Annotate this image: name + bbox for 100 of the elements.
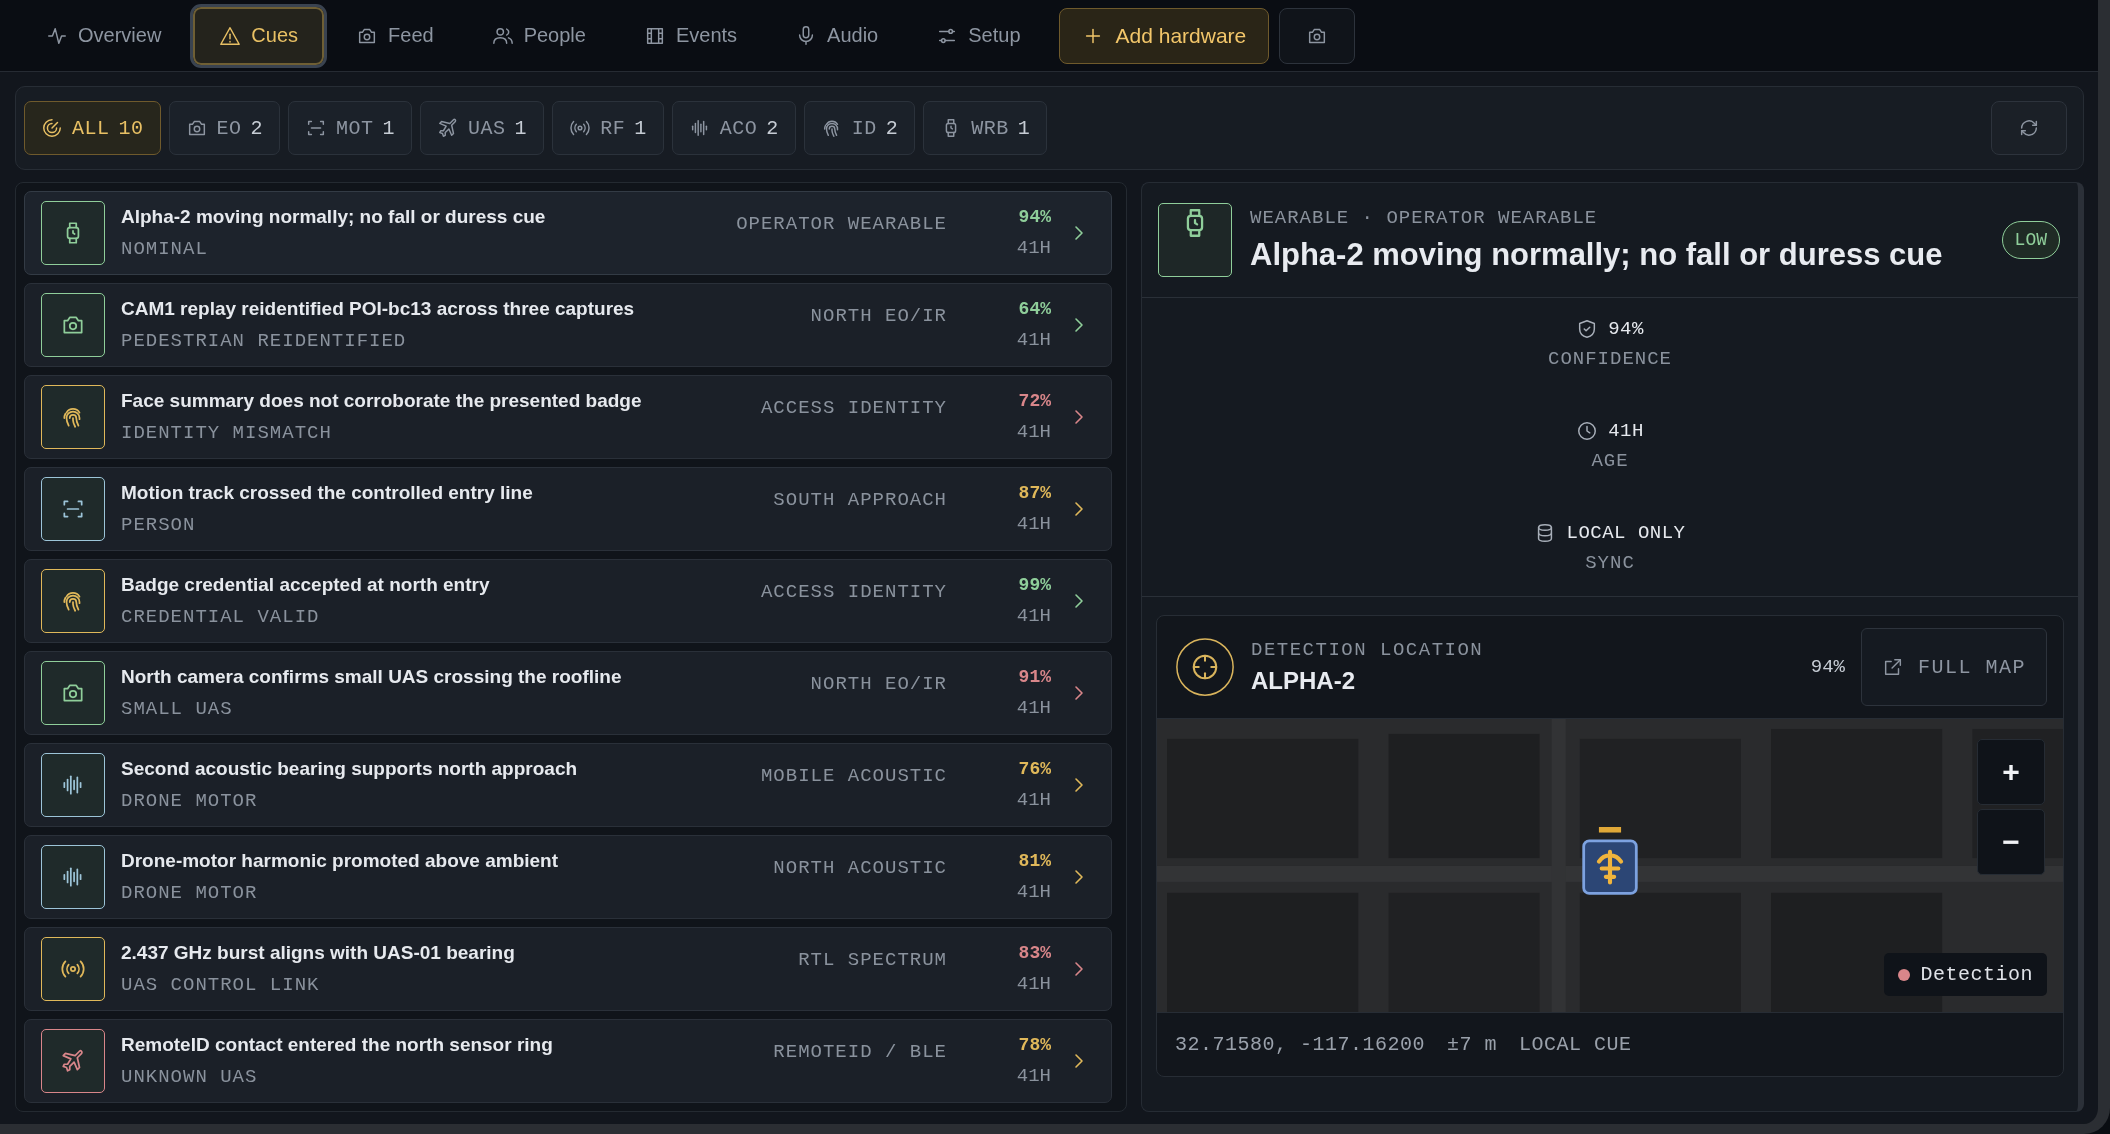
cue-row[interactable]: Drone-motor harmonic promoted above ambient DRONE MOTOR NORTH ACOUSTIC 81% 41H: [24, 835, 1112, 919]
cue-age: 41H: [1016, 789, 1051, 811]
cue-source: NORTH EO/IR: [810, 305, 947, 327]
cue-row[interactable]: Motion track crossed the controlled entry line PERSON SOUTH APPROACH 87% 41H: [24, 467, 1112, 551]
stat-value: 94%: [1608, 318, 1644, 340]
severity-badge: LOW: [2001, 221, 2060, 259]
filter-chip[interactable]: UAS 1: [420, 101, 545, 155]
cue-row[interactable]: Second acoustic bearing supports north approach DRONE MOTOR MOBILE ACOUSTIC 76% 41H: [24, 743, 1112, 827]
cue-title: Alpha-2 moving normally; no fall or duress cue: [121, 206, 547, 228]
cue-age: 41H: [1016, 329, 1051, 351]
cue-row[interactable]: North camera confirms small UAS crossing the roofline SMALL UAS NORTH EO/IR 91% 41H: [24, 651, 1112, 735]
cue-subtitle: CREDENTIAL VALID: [121, 606, 321, 628]
cue-row[interactable]: CAM1 replay reidentified POI-bc13 across three captures PEDESTRIAN REIDENTIFIED NORTH EO/IR 64% 41H: [24, 283, 1112, 367]
refresh-button[interactable]: [1991, 101, 2067, 155]
cue-title: 2.437 GHz burst aligns with UAS-01 bearing: [121, 942, 516, 964]
detail-title: Alpha-2 moving normally; no fall or duress cue: [1250, 237, 1944, 273]
filter-chip[interactable]: ALL 10: [24, 101, 161, 155]
coordinates: 32.71580, -117.16200: [1175, 1033, 1426, 1056]
zoom-in-button[interactable]: +: [1977, 739, 2045, 805]
cue-subtitle: NOMINAL: [121, 238, 209, 260]
confidence-value: 72%: [1018, 391, 1051, 411]
crosshair-icon: [1175, 637, 1235, 697]
cue-title: Drone-motor harmonic promoted above ambient: [121, 850, 560, 872]
confidence-value: 99%: [1018, 575, 1051, 595]
cue-subtitle: PEDESTRIAN REIDENTIFIED: [121, 330, 408, 352]
legend-label: Detection: [1920, 963, 2033, 986]
confidence-value: 83%: [1018, 943, 1051, 963]
cue-source: SOUTH APPROACH: [773, 489, 947, 511]
add-hardware-button[interactable]: Add hardware: [1058, 7, 1270, 64]
stat-value: LOCAL ONLY: [1566, 522, 1686, 544]
cue-title: Badge credential accepted at north entry: [121, 574, 491, 596]
filter-chip[interactable]: RF 1: [552, 101, 664, 155]
cue-source: MOBILE ACOUSTIC: [760, 765, 947, 787]
cue-source: REMOTEID / BLE: [773, 1041, 947, 1063]
cue-source: ACCESS IDENTITY: [760, 397, 947, 419]
nav-tab[interactable]: Cues: [193, 6, 325, 65]
full-map-button[interactable]: FULL MAP: [1861, 628, 2047, 706]
confidence-value: 76%: [1018, 759, 1051, 779]
external-link-icon: [1882, 656, 1904, 678]
camera-button[interactable]: [1279, 7, 1356, 64]
cue-subtitle: IDENTITY MISMATCH: [121, 422, 333, 444]
stat-value: 41H: [1608, 420, 1644, 442]
location-name: ALPHA-2: [1251, 667, 1356, 695]
confidence-value: 87%: [1018, 483, 1051, 503]
stat-label: SYNC: [1585, 552, 1635, 574]
confidence-value: 94%: [1018, 207, 1051, 227]
radar-icon: [41, 117, 63, 139]
filter-chip[interactable]: EO 2: [168, 101, 281, 155]
stat-label: CONFIDENCE: [1548, 348, 1672, 370]
cue-subtitle: PERSON: [121, 514, 197, 536]
cue-age: 41H: [1016, 513, 1051, 535]
cue-title: North camera confirms small UAS crossing the roofline: [121, 666, 623, 688]
cue-source: NORTH EO/IR: [810, 673, 947, 695]
nav-tab[interactable]: People: [465, 6, 612, 65]
location-label: DETECTION LOCATION: [1251, 639, 1485, 661]
cue-subtitle: DRONE MOTOR: [121, 882, 259, 904]
cue-age: 41H: [1016, 1065, 1051, 1087]
plane-icon: [60, 1048, 86, 1074]
detail-category: WEARABLE · OPERATOR WEARABLE: [1250, 207, 1599, 229]
cue-age: 41H: [1016, 881, 1051, 903]
zoom-out-button[interactable]: −: [1977, 809, 2045, 875]
nav-tab[interactable]: Setup: [910, 6, 1047, 65]
cue-title: Second acoustic bearing supports north approach: [121, 758, 579, 780]
cue-age: 41H: [1016, 605, 1051, 627]
cue-source: RTL SPECTRUM: [798, 949, 947, 971]
cue-title: RemoteID contact entered the north sensor ring: [121, 1034, 554, 1056]
confidence-value: 78%: [1018, 1035, 1051, 1055]
stat-label: AGE: [1591, 450, 1629, 472]
filter-chip[interactable]: ID 2: [803, 101, 916, 155]
accuracy: ±7 m: [1447, 1033, 1498, 1056]
cue-age: 41H: [1016, 237, 1051, 259]
cue-title: Motion track crossed the controlled entry line: [121, 482, 534, 504]
cue-subtitle: DRONE MOTOR: [121, 790, 259, 812]
confidence-value: 64%: [1018, 299, 1051, 319]
nav-tab[interactable]: Audio: [769, 6, 905, 65]
nav-tab[interactable]: Events: [617, 6, 764, 65]
cue-subtitle: UNKNOWN UAS: [121, 1066, 259, 1088]
warning-icon: [219, 24, 242, 47]
confidence-value: 81%: [1018, 851, 1051, 871]
confidence-value: 91%: [1018, 667, 1051, 687]
cue-age: 41H: [1016, 697, 1051, 719]
filter-chip[interactable]: WRB 1: [923, 101, 1048, 155]
cue-row[interactable]: 2.437 GHz burst aligns with UAS-01 bearing UAS CONTROL LINK RTL SPECTRUM 83% 41H: [24, 927, 1112, 1011]
nav-tab[interactable]: Feed: [330, 6, 460, 65]
cue-title: Face summary does not corroborate the presented badge: [121, 390, 643, 412]
cue-source: OPERATOR WEARABLE: [736, 213, 947, 235]
cue-row[interactable]: Alpha-2 moving normally; no fall or duress cue NOMINAL OPERATOR WEARABLE 94% 41H: [24, 191, 1112, 275]
cue-title: CAM1 replay reidentified POI-bc13 across three captures: [121, 298, 636, 320]
filter-chip[interactable]: ACO 2: [671, 101, 796, 155]
cue-subtitle: SMALL UAS: [121, 698, 234, 720]
cue-age: 41H: [1016, 421, 1051, 443]
cue-source: ACCESS IDENTITY: [760, 581, 947, 603]
cue-row[interactable]: Badge credential accepted at north entry CREDENTIAL VALID ACCESS IDENTITY 99% 41H: [24, 559, 1112, 643]
cue-row[interactable]: Face summary does not corroborate the presented badge IDENTITY MISMATCH ACCESS IDENTITY 72% 41H: [24, 375, 1112, 459]
cue-row[interactable]: RemoteID contact entered the north sensor ring UNKNOWN UAS REMOTEID / BLE 78% 41H: [24, 1019, 1112, 1103]
nav-tab[interactable]: Overview: [20, 6, 188, 65]
cue-source: NORTH ACOUSTIC: [773, 857, 947, 879]
cue-subtitle: UAS CONTROL LINK: [121, 974, 321, 996]
refresh-icon: [2018, 117, 2040, 139]
filter-chip[interactable]: MOT 1: [288, 101, 413, 155]
